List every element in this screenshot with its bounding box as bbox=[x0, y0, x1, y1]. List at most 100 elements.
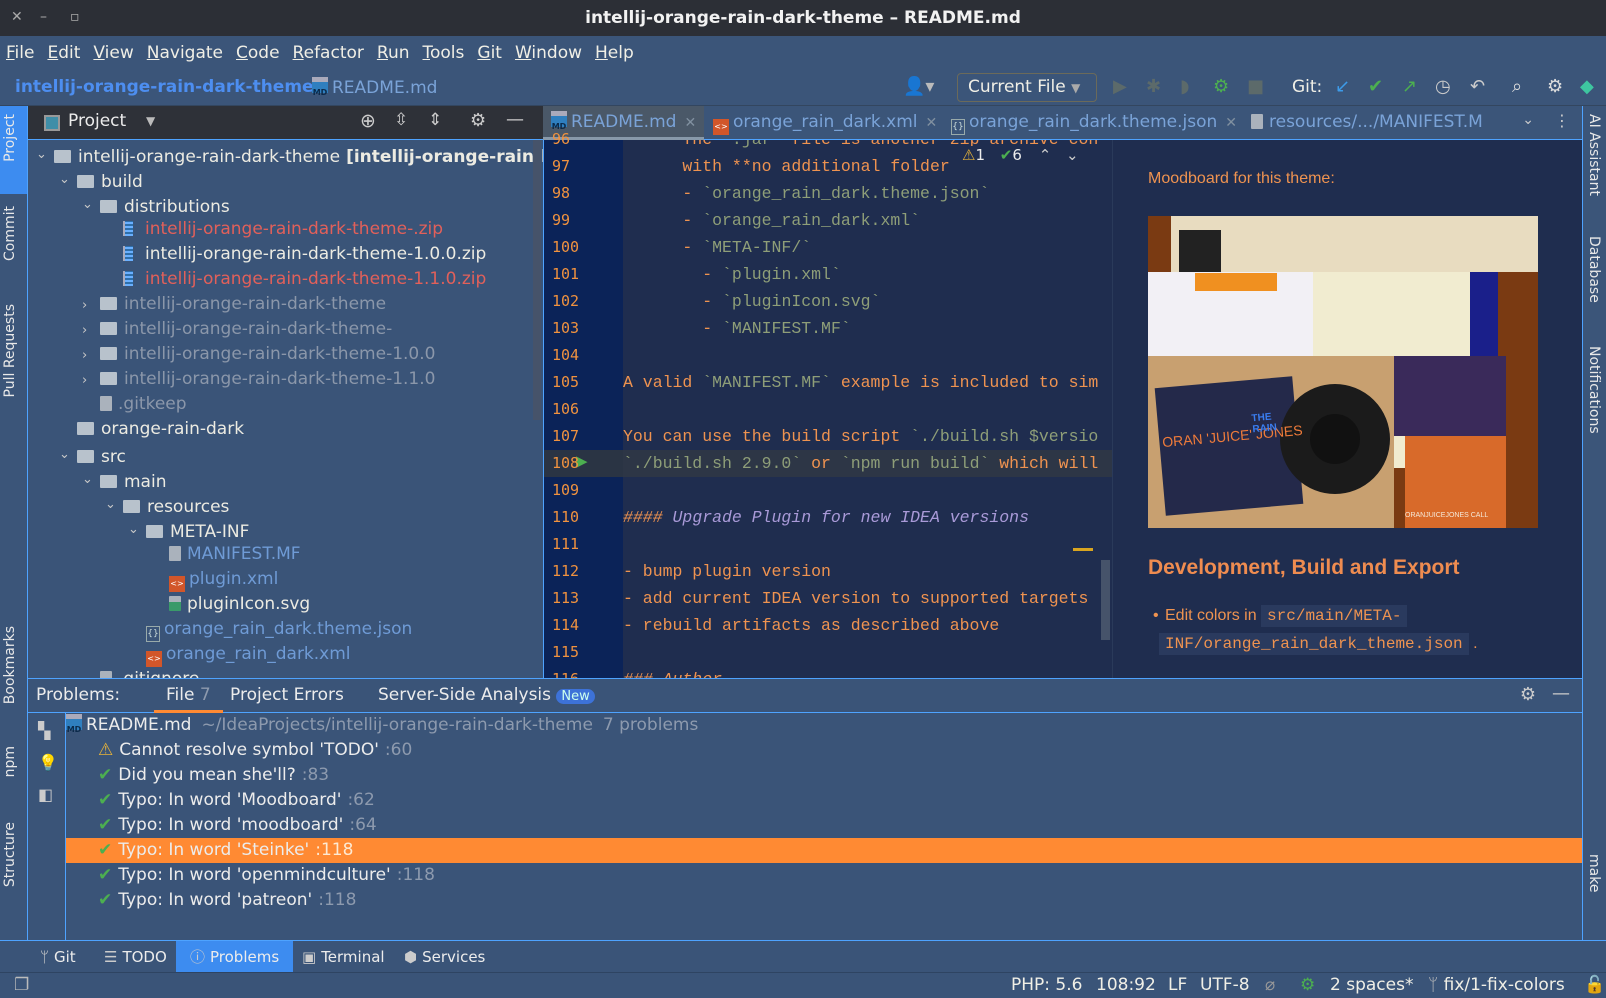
tree-item[interactable]: › intellij-orange-rain-dark-theme- bbox=[82, 317, 392, 342]
tree-item[interactable]: .gitkeep bbox=[82, 392, 187, 417]
chevron-down-icon[interactable]: ⌄ bbox=[36, 142, 54, 167]
tree-item[interactable]: MANIFEST.MF bbox=[151, 542, 301, 567]
tab-project-errors[interactable]: Project Errors bbox=[230, 685, 344, 705]
search-icon[interactable]: ⌕ bbox=[1512, 76, 1522, 97]
menu-file[interactable]: File bbox=[6, 43, 34, 63]
tool-window-make[interactable]: make bbox=[1586, 854, 1602, 892]
menu-view[interactable]: View bbox=[93, 43, 133, 63]
tree-item[interactable]: <> plugin.xml bbox=[151, 567, 278, 592]
bottom-tab-terminal[interactable]: ▣ Terminal bbox=[288, 941, 399, 973]
coverage-icon[interactable]: ◗ bbox=[1180, 76, 1189, 97]
tool-window-notifications[interactable]: Notifications bbox=[1586, 346, 1602, 434]
group-by-icon[interactable]: ▚ bbox=[38, 721, 50, 740]
tree-item[interactable]: ⌄ intellij-orange-rain-dark-theme [intelli… bbox=[36, 142, 543, 167]
tool-window-npm[interactable]: npm bbox=[2, 746, 18, 777]
user-icon[interactable]: 👤▾ bbox=[903, 76, 934, 97]
git-push-icon[interactable]: ↗ bbox=[1402, 76, 1417, 97]
more-options-icon[interactable]: ⋮ bbox=[1554, 111, 1570, 130]
project-view-title[interactable]: Project bbox=[68, 111, 126, 131]
tree-item[interactable]: ⌄ build bbox=[59, 167, 143, 192]
preview-toggle-icon[interactable]: ◧ bbox=[38, 785, 53, 804]
git-commit-icon[interactable]: ✔ bbox=[1368, 76, 1383, 97]
tree-item[interactable]: orange-rain-dark bbox=[59, 417, 244, 442]
git-update-icon[interactable]: ↙ bbox=[1335, 76, 1350, 97]
close-tab-icon[interactable]: ✕ bbox=[684, 115, 696, 131]
stop-icon[interactable]: ■ bbox=[1247, 76, 1264, 97]
tree-item[interactable]: ⌄ distributions bbox=[82, 192, 230, 217]
bottom-tab-git[interactable]: ᛘ Git bbox=[26, 941, 90, 973]
expand-all-icon[interactable]: ⇳ bbox=[394, 110, 408, 130]
locate-icon[interactable]: ⊕ bbox=[360, 110, 376, 132]
code-editor[interactable]: ⚠1 ✔6 ⌃ ⌄ The `.jar` file is another zip… bbox=[623, 140, 1112, 678]
tool-window-bookmarks[interactable]: Bookmarks bbox=[2, 626, 18, 704]
tree-item[interactable]: ⌄ META-INF bbox=[128, 517, 249, 542]
menu-refactor[interactable]: Refactor bbox=[293, 43, 364, 63]
git-branch[interactable]: ᛘ fix/1-fix-colors bbox=[1428, 975, 1565, 995]
no-inspection-icon[interactable]: ⌀ bbox=[1265, 975, 1275, 995]
tree-item[interactable]: ⌄ src bbox=[59, 442, 126, 467]
hide-panel-icon[interactable]: — bbox=[506, 109, 524, 130]
close-tab-icon[interactable]: ✕ bbox=[1225, 115, 1237, 131]
indent-setting[interactable]: 2 spaces* bbox=[1330, 975, 1413, 995]
tabs-overflow-chevron-icon[interactable]: ⌄ bbox=[1522, 112, 1534, 128]
editor-tab[interactable]: {} orange_rain_dark.theme.json ✕ bbox=[951, 106, 1237, 140]
gear-icon[interactable]: ⚙ bbox=[470, 110, 486, 131]
tree-item[interactable]: {} orange_rain_dark.theme.json bbox=[128, 617, 412, 642]
chevron-down-icon[interactable]: ⌄ bbox=[82, 467, 100, 492]
tree-item[interactable]: intellij-orange-rain-dark-theme-.zip bbox=[105, 217, 443, 242]
breadcrumb-project[interactable]: intellij-orange-rain-dark-theme bbox=[15, 77, 314, 97]
chevron-right-icon[interactable]: › bbox=[82, 293, 100, 318]
chevron-down-icon[interactable]: ▼ bbox=[146, 114, 155, 128]
tab-server-side-analysis[interactable]: Server-Side Analysis New bbox=[378, 685, 595, 705]
bottom-tab-services[interactable]: ⬢ Services bbox=[390, 941, 499, 973]
problem-item[interactable]: ✔ Typo: In word 'openmindculture':118 bbox=[66, 863, 1582, 888]
editor-scrollbar[interactable] bbox=[1101, 560, 1110, 640]
menu-navigate[interactable]: Navigate bbox=[147, 43, 223, 63]
menu-code[interactable]: Code bbox=[236, 43, 280, 63]
problem-file-row[interactable]: MD README.md ~/IdeaProjects/intellij-orang… bbox=[66, 713, 1582, 738]
gear-icon[interactable]: ⚙ bbox=[1547, 76, 1563, 97]
inspection-widget[interactable]: ⚠1 ✔6 ⌃ ⌄ bbox=[958, 146, 1083, 164]
line-separator[interactable]: LF bbox=[1168, 975, 1187, 995]
tree-item[interactable]: ⌄ main bbox=[82, 467, 166, 492]
editor-tab[interactable]: <> orange_rain_dark.xml ✕ bbox=[713, 106, 937, 140]
tool-window-structure[interactable]: Structure bbox=[2, 822, 18, 887]
close-tab-icon[interactable]: ✕ bbox=[926, 115, 938, 131]
tree-item[interactable]: <> orange_rain_dark.xml bbox=[128, 642, 351, 667]
collapse-all-icon[interactable]: ⇕ bbox=[428, 110, 442, 130]
breadcrumb-file[interactable]: MD README.md bbox=[312, 77, 437, 98]
menu-window[interactable]: Window bbox=[515, 43, 582, 63]
chevron-down-icon[interactable]: ⌄ bbox=[105, 492, 123, 517]
caret-position[interactable]: 108:92 bbox=[1096, 975, 1156, 995]
php-version[interactable]: PHP: 5.6 bbox=[1011, 975, 1082, 995]
tree-item[interactable]: pluginIcon.svg bbox=[151, 592, 310, 617]
tree-item[interactable]: › intellij-orange-rain-dark-theme-1.1.0 bbox=[82, 367, 435, 392]
project-scrollbar[interactable] bbox=[533, 140, 541, 420]
problem-item[interactable]: ✔ Did you mean she'll?:83 bbox=[66, 763, 1582, 788]
rollback-icon[interactable]: ↶ bbox=[1470, 76, 1485, 97]
problem-item[interactable]: ✔ Typo: In word 'Steinke':118 bbox=[66, 838, 1582, 863]
lightbulb-icon[interactable]: 💡 bbox=[38, 753, 58, 772]
tool-window-ai-assistant[interactable]: AI Assistant bbox=[1586, 114, 1602, 196]
chevron-down-icon[interactable]: ⌄ bbox=[82, 192, 100, 217]
tree-item[interactable]: › intellij-orange-rain-dark-theme bbox=[82, 292, 386, 317]
tree-item[interactable]: .gitignore bbox=[82, 667, 199, 678]
menu-tools[interactable]: Tools bbox=[423, 43, 465, 63]
tab-file[interactable]: File 7 bbox=[154, 679, 223, 713]
tree-item[interactable]: intellij-orange-rain-dark-theme-1.1.0.zi… bbox=[105, 267, 486, 292]
debug-status-icon[interactable]: ⚙ bbox=[1300, 975, 1315, 995]
problem-item[interactable]: ⚠ Cannot resolve symbol 'TODO':60 bbox=[66, 738, 1582, 763]
chevron-right-icon[interactable]: › bbox=[82, 343, 100, 368]
problem-item[interactable]: ✔ Typo: In word 'patreon':118 bbox=[66, 888, 1582, 913]
tool-window-project[interactable]: Project bbox=[2, 114, 18, 162]
bottom-tab-todo[interactable]: ☰ TODO bbox=[90, 941, 181, 973]
tree-item[interactable]: intellij-orange-rain-dark-theme-1.0.0.zi… bbox=[105, 242, 486, 267]
toggle-tool-windows-icon[interactable]: ❐ bbox=[14, 975, 29, 995]
tool-window-database[interactable]: Database bbox=[1586, 236, 1602, 303]
run-icon[interactable]: ▶ bbox=[1113, 76, 1127, 97]
jetbrains-ai-icon[interactable]: ◆ bbox=[1580, 76, 1594, 97]
menu-help[interactable]: Help bbox=[595, 43, 634, 63]
menu-git[interactable]: Git bbox=[477, 43, 502, 63]
previous-problem-icon[interactable]: ⌃ bbox=[1039, 146, 1052, 164]
bottom-tab-problems[interactable]: ⓘ Problems bbox=[176, 941, 294, 973]
